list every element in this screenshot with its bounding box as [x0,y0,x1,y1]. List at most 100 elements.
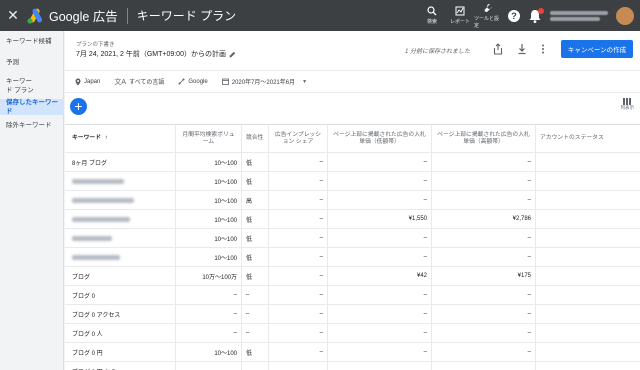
table-toolbar: + 列表示 [65,94,640,122]
bid-high-cell: – [432,305,536,323]
create-campaign-button[interactable]: キャンペーンの作成 [561,40,633,58]
close-icon[interactable]: ✕ [3,7,23,24]
reports-tool-button[interactable]: レポート [446,6,474,25]
table-row[interactable]: 8ヶ月 ブログ 10～100 低 – – – [65,153,640,172]
keyword-cell: ブログ 0 [65,286,176,304]
plan-draft-label: プランの下書き [76,42,115,48]
competition-cell: 高 [242,191,269,209]
app-brand: Google 広告 [49,10,118,24]
bid-low-cell: – [328,286,432,304]
competition-cell: – [242,324,269,342]
column-header-competition[interactable]: 競合性 [242,125,269,152]
volume-cell: 10～100 [176,172,242,190]
date-range-label: 2020年7月～2021年6月 [231,80,296,86]
chevron-down-icon: ▼ [302,78,308,85]
plan-header: プランの下書き 7月 24, 2021, 2 午前（GMT+09:00）からの計… [65,31,640,71]
account-status-cell [536,191,640,209]
bid-high-cell: ¥2,786 [432,210,536,228]
sidebar-item-forecast[interactable]: 予測 [0,58,64,67]
table-row[interactable]: ブログ 0 円 10～100 低 – – – [65,343,640,362]
bid-high-cell: ¥175 [432,267,536,285]
impression-share-cell: – [269,343,328,361]
competition-cell: 低 [242,210,269,228]
column-header-bid-high[interactable]: ページ上部に掲載された広告の入札単価（高額帯） [432,125,536,152]
account-status-cell [536,210,640,228]
sidebar-item-negative-keywords[interactable]: 除外キーワード [0,121,64,130]
share-icon[interactable] [493,43,503,55]
table-row[interactable]: 10～100 低 – – – [65,248,640,267]
volume-cell: – [176,324,242,342]
column-header-account-status[interactable]: アカウントのステータス [536,125,640,152]
table-row[interactable]: 10～100 低 – ¥1,550 ¥2,786 [65,210,640,229]
table-row[interactable]: 10～100 高 – – – [65,191,640,210]
bid-high-cell: – [432,172,536,190]
volume-cell: – [176,286,242,304]
keyword-cell: ブログ 0 アクセス [65,305,176,323]
search-tool-label: 検索 [426,19,437,25]
network-filter-label: Google [188,78,208,85]
account-info-redacted[interactable] [550,10,612,21]
save-status: 1 分前に保存されました [405,49,471,55]
location-filter[interactable]: Japan [75,78,100,86]
account-status-cell [536,343,640,361]
plan-name[interactable]: 7月 24, 2021, 2 午前（GMT+09:00）からの計画 [76,49,236,59]
volume-cell: 10万～100万 [176,267,242,285]
table-row[interactable]: ブログ 0 人 – – – – – [65,324,640,343]
table-header-row: キーワード ↑ 月間平均検索ボリューム 競合性 広告インプレッション シェア ペー… [65,125,640,153]
bid-high-cell: – [432,153,536,171]
table-row[interactable]: ブログ 10万～100万低 – ¥42 ¥175 [65,267,640,286]
add-keyword-button[interactable]: + [70,98,87,115]
volume-cell: – [176,362,242,370]
avatar[interactable] [616,6,634,25]
network-filter[interactable]: Google [178,78,208,85]
keyword-cell: ブログ [65,267,176,285]
page-title: キーワード プラン [136,9,237,23]
volume-cell: – [176,305,242,323]
column-header-keyword[interactable]: キーワード ↑ [65,125,176,152]
account-status-cell [536,172,640,190]
tools-settings-button[interactable]: ツールと設定 [474,3,502,29]
plan-name-text: 7月 24, 2021, 2 午前（GMT+09:00）からの計画 [76,51,226,58]
date-range-filter[interactable]: 2020年7月～2021年6月 ▼ [221,77,308,86]
table-row[interactable]: ブログ 0– – – – – [65,286,640,305]
more-vert-icon[interactable] [538,43,548,55]
bid-low-cell: ¥42 [328,267,432,285]
competition-cell: 低 [242,343,269,361]
edit-pencil-icon[interactable] [229,51,236,58]
column-header-impression-share[interactable]: 広告インプレッション シェア [269,125,328,152]
help-icon[interactable]: ? [508,9,520,22]
keyword-cell [65,229,176,247]
bid-high-cell: – [432,343,536,361]
competition-cell: 低 [242,153,269,171]
volume-cell: 10～100 [176,229,242,247]
table-row[interactable]: ブログ 0 アクセス – – – – – [65,305,640,324]
sidebar-item-keyword-ideas[interactable]: キーワード候補 [0,37,64,46]
sort-arrow-up-icon: ↑ [105,135,108,141]
sidebar-item-keyword-plan[interactable]: キーワード プラン [0,77,40,95]
download-icon[interactable] [517,43,527,55]
redacted-keyword [72,235,112,241]
search-tool-button[interactable]: 検索 [418,6,446,25]
competition-cell: – [242,286,269,304]
bid-low-cell: – [328,362,432,370]
volume-cell: 10～100 [176,248,242,266]
column-header-bid-low[interactable]: ページ上部に掲載された広告の入札単価（低額帯） [328,125,432,152]
account-status-cell [536,229,640,247]
columns-button[interactable]: 列表示 [621,98,634,111]
account-status-cell [536,305,640,323]
table-row[interactable]: 10～100 低 – – – [65,229,640,248]
table-row[interactable]: 10～100 低 – – – [65,172,640,191]
redacted-keyword [72,254,120,260]
bid-low-cell: – [328,191,432,209]
bid-high-cell: – [432,229,536,247]
main-content: プランの下書き 7月 24, 2021, 2 午前（GMT+09:00）からの計… [65,31,640,370]
columns-icon [623,98,632,105]
table-body: 8ヶ月 ブログ 10～100 低 – – –10～100 低 – – –10～100 高 – – –10～… [65,153,640,370]
notifications-bell-icon[interactable] [528,7,544,24]
language-filter[interactable]: 文A すべての言語 [114,77,164,87]
column-header-volume[interactable]: 月間平均検索ボリューム [176,125,242,152]
bid-low-cell: – [328,305,432,323]
sidebar-item-saved-keywords[interactable]: 保存したキーワード [0,99,64,115]
table-row[interactable]: ブログ 0 円 から––––– [65,362,640,370]
keyword-cell: ブログ 0 円 [65,343,176,361]
